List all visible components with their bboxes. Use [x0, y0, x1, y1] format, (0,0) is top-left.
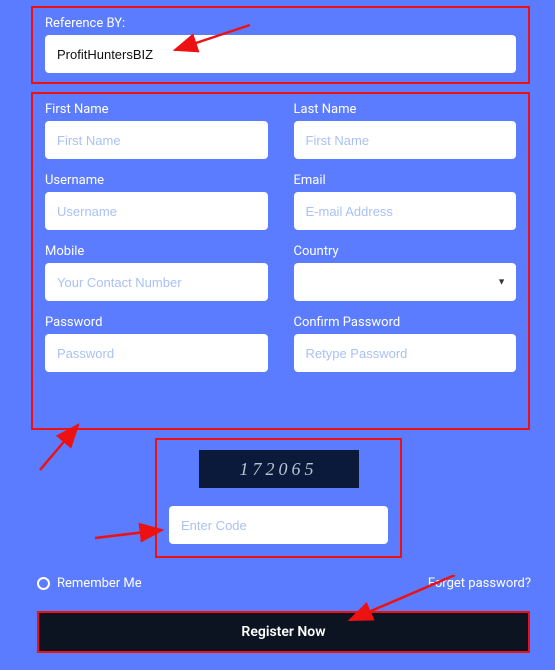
register-button[interactable]: Register Now — [37, 611, 530, 653]
country-field: Country — [294, 244, 517, 301]
country-select[interactable] — [294, 263, 517, 301]
username-input[interactable] — [45, 192, 268, 230]
last-name-label: Last Name — [294, 102, 517, 117]
username-label: Username — [45, 173, 268, 188]
first-name-input[interactable] — [45, 121, 268, 159]
fields-section: First Name Last Name Username Email Mobi… — [31, 92, 530, 430]
captcha-section: 172065 — [155, 438, 402, 558]
last-name-field: Last Name — [294, 102, 517, 159]
confirm-password-input[interactable] — [294, 334, 517, 372]
mobile-input[interactable] — [45, 263, 268, 301]
register-button-label: Register Now — [241, 624, 325, 640]
password-input[interactable] — [45, 334, 268, 372]
confirm-password-field: Confirm Password — [294, 315, 517, 372]
mobile-field: Mobile — [45, 244, 268, 301]
confirm-password-label: Confirm Password — [294, 315, 517, 330]
last-name-input[interactable] — [294, 121, 517, 159]
forget-password-link[interactable]: Forget password? — [428, 576, 531, 591]
captcha-image: 172065 — [199, 450, 359, 488]
reference-label: Reference BY: — [45, 16, 516, 31]
first-name-label: First Name — [45, 102, 268, 117]
email-label: Email — [294, 173, 517, 188]
captcha-input[interactable] — [169, 506, 388, 544]
reference-input[interactable] — [45, 35, 516, 73]
first-name-field: First Name — [45, 102, 268, 159]
password-label: Password — [45, 315, 268, 330]
remember-me-radio[interactable] — [37, 577, 50, 590]
password-field: Password — [45, 315, 268, 372]
reference-section: Reference BY: — [31, 6, 530, 84]
remember-me-row[interactable]: Remember Me — [37, 576, 142, 591]
mobile-label: Mobile — [45, 244, 268, 259]
email-field: Email — [294, 173, 517, 230]
email-input[interactable] — [294, 192, 517, 230]
remember-me-label: Remember Me — [57, 576, 142, 591]
username-field: Username — [45, 173, 268, 230]
country-label: Country — [294, 244, 517, 259]
